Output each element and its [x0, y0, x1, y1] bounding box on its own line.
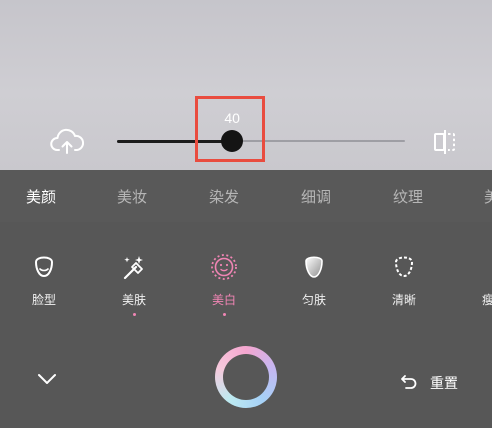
- tool-label: 美肤: [121, 293, 146, 307]
- tool-face-shape[interactable]: 脸型: [14, 252, 74, 308]
- capture-button[interactable]: [215, 346, 277, 408]
- category-tabs: 美颜 美妆 染发 细调 纹理 美: [0, 170, 492, 222]
- tab-beauty[interactable]: 美颜: [26, 186, 56, 207]
- tool-label: 匀肤: [301, 293, 326, 307]
- dashed-face-icon: [394, 256, 414, 278]
- tool-whitening[interactable]: 美白: [194, 252, 254, 316]
- capture-button-inner: [223, 354, 269, 400]
- tool-even-skin[interactable]: 匀肤: [284, 252, 344, 308]
- highlight-annotation-box: [195, 96, 265, 162]
- whitening-face-icon: [211, 254, 237, 280]
- tool-label: 清晰: [391, 293, 416, 307]
- tool-slim[interactable]: 瘦: [458, 252, 492, 308]
- shield-face-icon: [305, 256, 323, 278]
- undo-icon: [401, 375, 417, 389]
- tab-hair-dye[interactable]: 染发: [209, 186, 239, 207]
- tool-label: 美白: [211, 293, 236, 307]
- face-shape-icon: [34, 256, 54, 278]
- adjusted-indicator-dot: [132, 313, 136, 316]
- tool-clarity[interactable]: 清晰: [374, 252, 434, 308]
- bottom-controls: 重置: [0, 332, 492, 428]
- beauty-tools-row: 脸型 美肤 美白 匀肤 清晰 瘦: [0, 222, 492, 332]
- tab-fine-tune[interactable]: 细调: [301, 186, 331, 207]
- tool-label: 瘦: [481, 293, 492, 307]
- tab-texture[interactable]: 纹理: [393, 186, 423, 207]
- adjusted-indicator-dot: [222, 313, 226, 316]
- slim-face-icon: [473, 252, 492, 282]
- tab-makeup[interactable]: 美妆: [117, 186, 147, 207]
- reset-label: 重置: [430, 376, 458, 392]
- preview-area: 40: [0, 0, 492, 170]
- tool-label: 脸型: [31, 293, 56, 307]
- upload-cloud-icon[interactable]: [50, 128, 84, 156]
- tab-partial[interactable]: 美: [484, 186, 492, 207]
- compare-icon[interactable]: [431, 128, 459, 156]
- magic-wand-icon: [123, 256, 143, 280]
- tool-skin-smooth[interactable]: 美肤: [104, 252, 164, 316]
- chevron-down-icon[interactable]: [36, 370, 58, 388]
